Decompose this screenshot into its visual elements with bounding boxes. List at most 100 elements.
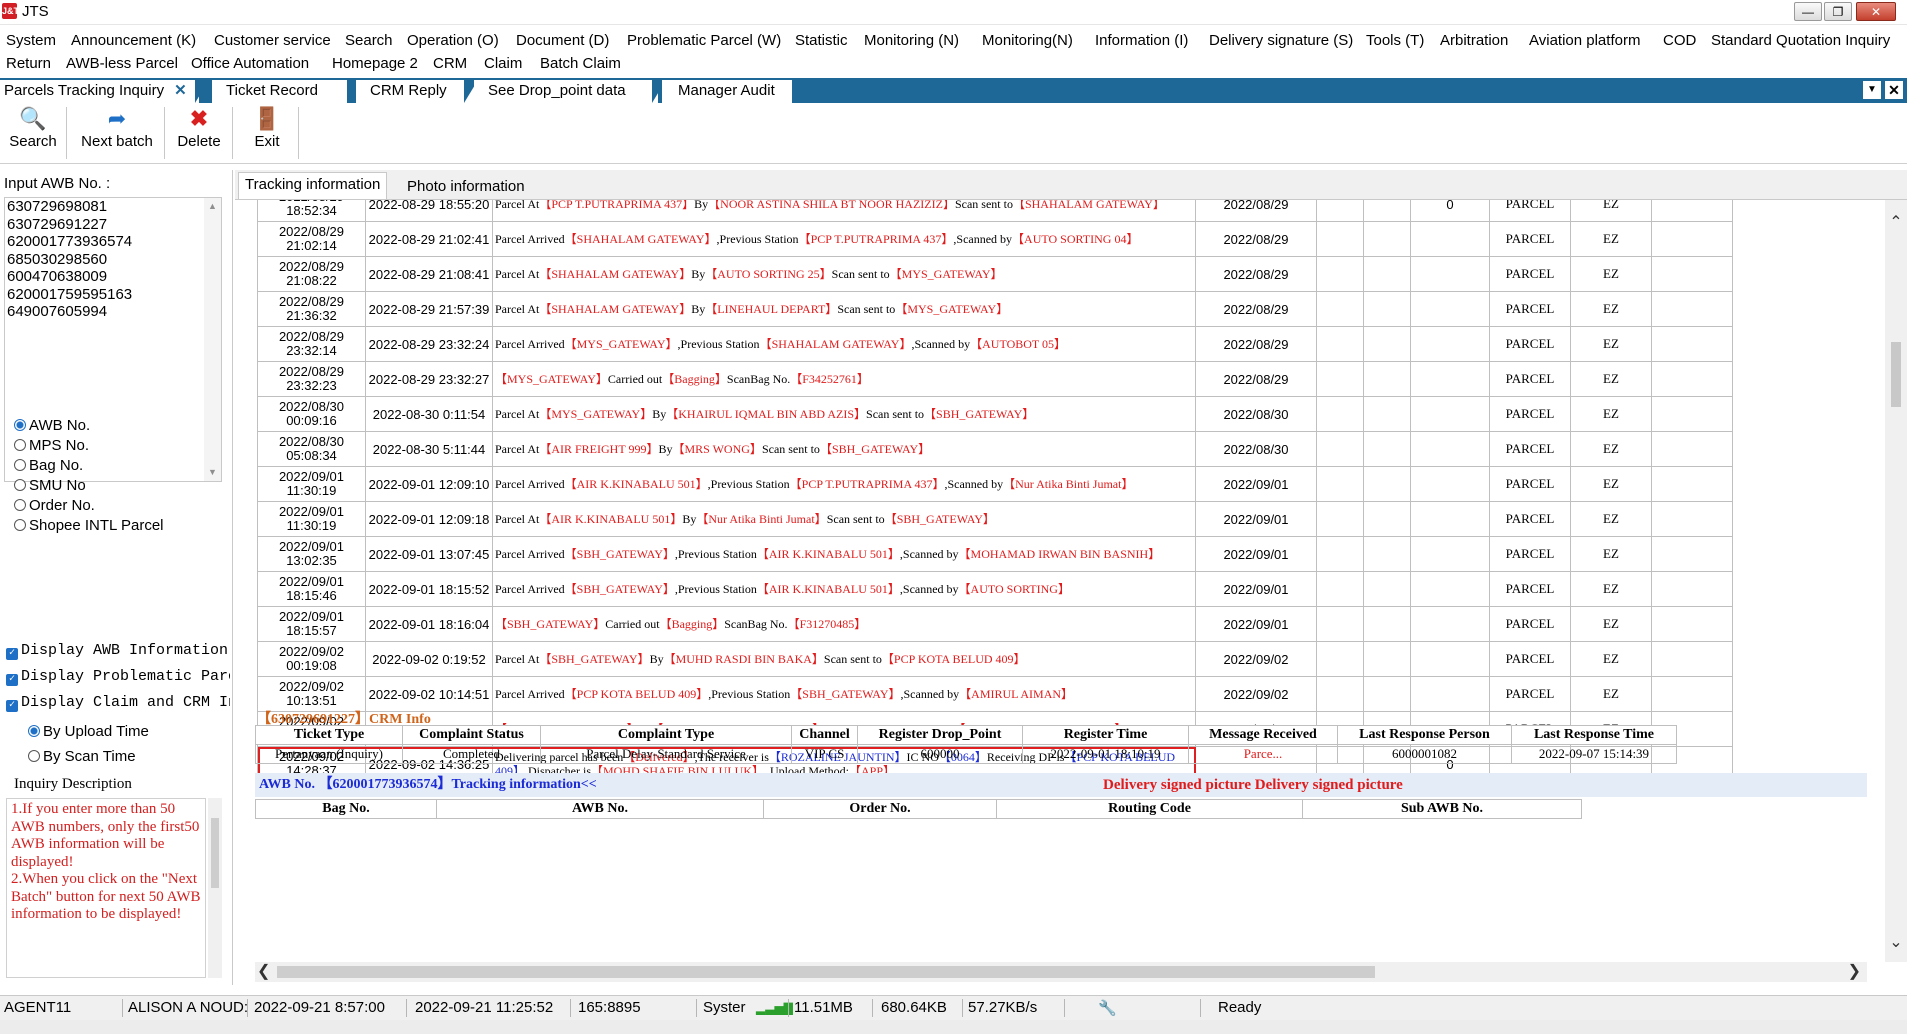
table-row[interactable]: 2022/09/01 18:15:57 2022-09-01 18:16:04 【SB… — [257, 606, 1733, 642]
table-row[interactable]: 2022/08/29 21:08:22 2022-08-29 21:08:41 Par… — [257, 256, 1733, 292]
table-row[interactable]: 2022/08/30 00:09:16 2022-08-30 0:11:54 Parc… — [257, 396, 1733, 432]
awb-line: 630729698081 — [7, 198, 108, 215]
scroll-thumb[interactable] — [277, 966, 1375, 978]
scroll-down-icon[interactable]: ⌄ — [1885, 932, 1907, 952]
maximize-button[interactable]: ❐ — [1824, 2, 1852, 21]
table-row[interactable]: 2022/08/29 23:32:14 2022-08-29 23:32:24 Par… — [257, 326, 1733, 362]
radio-awb-no[interactable]: AWB No. — [14, 417, 90, 434]
radio-by-upload-time[interactable]: By Upload Time — [28, 723, 149, 740]
menu-document[interactable]: Document (D) — [516, 32, 609, 49]
radio-mps-no[interactable]: MPS No. — [14, 437, 89, 454]
table-row[interactable]: 2022/09/01 11:30:19 2022-09-01 12:09:10 Par… — [257, 466, 1733, 502]
delete-button[interactable]: ✖ Delete — [172, 105, 226, 160]
empty-cell — [1651, 676, 1733, 712]
menu-monitoring-2[interactable]: Monitoring(N) — [982, 32, 1073, 49]
awb-section-title[interactable]: AWB No. 【620001773936574】Tracking inform… — [259, 773, 597, 797]
table-row[interactable]: 2022/08/30 05:08:34 2022-08-30 5:11:44 Parc… — [257, 431, 1733, 467]
scan-date: 2022/09/01 — [278, 469, 345, 484]
description-segment: Carried out — [607, 372, 663, 386]
crm-message-received-link[interactable]: Parce... — [1188, 744, 1338, 764]
checkbox-display-awb-info[interactable]: ✓ Display AWB Information — [6, 642, 230, 660]
scroll-thumb[interactable] — [211, 818, 219, 888]
inquiry-scrollbar[interactable] — [208, 798, 222, 978]
scan-date-cell: 2022/08/29 — [1195, 361, 1317, 397]
tab-parcels-tracking[interactable]: Parcels Tracking Inquiry ✕ — [0, 80, 199, 103]
menu-arbitration[interactable]: Arbitration — [1440, 32, 1508, 49]
close-window-button[interactable]: ✕ — [1856, 2, 1896, 21]
scan-time: 18:15:57 — [286, 623, 337, 638]
tab-crm-reply[interactable]: CRM Reply — [356, 80, 478, 103]
table-row[interactable]: 2022/09/02 10:13:51 2022-09-02 10:14:51 Par… — [257, 676, 1733, 712]
description-segment: Parcel Arrived — [495, 687, 565, 701]
menu-problematic-parcel[interactable]: Problematic Parcel (W) — [627, 32, 781, 49]
radio-smu-no[interactable]: SMU No — [14, 477, 86, 494]
table-row[interactable]: Pertanyaan (Inquiry) Completed Parcel De… — [255, 744, 1677, 764]
menu-claim[interactable]: Claim — [484, 55, 522, 72]
awb-list-scrollbar[interactable]: ▲ ▼ — [204, 198, 221, 481]
menu-system[interactable]: System — [6, 32, 56, 49]
scroll-up-icon[interactable]: ▲ — [204, 198, 221, 215]
tab-tracking-information[interactable]: Tracking information — [238, 172, 388, 199]
horizontal-scrollbar[interactable]: ❮ ❯ — [255, 962, 1867, 982]
tracking-description-cell: 【MYS_GATEWAY】Carried out【Bagging】ScanBag… — [492, 361, 1196, 397]
checkbox-display-claim-crm[interactable]: ✓Display Claim and CRM Information — [6, 694, 230, 712]
menu-homepage-2[interactable]: Homepage 2 — [332, 55, 418, 72]
scroll-down-icon[interactable]: ▼ — [204, 464, 221, 481]
radio-order-no[interactable]: Order No. — [14, 497, 95, 514]
search-button[interactable]: 🔍 Search — [6, 105, 60, 160]
menu-tools[interactable]: Tools (T) — [1366, 32, 1424, 49]
menu-delivery-signature[interactable]: Delivery signature (S) — [1209, 32, 1353, 49]
table-row[interactable]: 2022/08/2918:52:342022-08-29 18:55:20Par… — [257, 200, 1733, 222]
tab-see-drop-point[interactable]: See Drop_point data — [474, 80, 658, 103]
description-segment: Parcel At — [495, 512, 540, 526]
tab-ticket-record[interactable]: Ticket Record — [212, 80, 347, 103]
menu-crm[interactable]: CRM — [433, 55, 467, 72]
empty-cell — [1316, 221, 1364, 257]
table-row[interactable]: 2022/08/29 21:36:32 2022-08-29 21:57:39 Par… — [257, 291, 1733, 327]
table-row[interactable]: 2022/09/01 13:02:35 2022-09-01 13:07:45 Par… — [257, 536, 1733, 572]
menu-search[interactable]: Search — [345, 32, 393, 49]
checkbox-display-problematic[interactable]: ✓Display Problematic Parcel — [6, 668, 230, 686]
radio-shopee-intl[interactable]: Shopee INTL Parcel — [14, 517, 164, 534]
bag-table: Bag No. AWB No. Order No. Routing Code S… — [255, 799, 1582, 819]
next-batch-button[interactable]: ➦ Next batch — [76, 105, 158, 160]
menu-batch-claim[interactable]: Batch Claim — [540, 55, 621, 72]
close-tab-icon[interactable]: ✕ — [174, 82, 187, 99]
menu-customer-service[interactable]: Customer service — [214, 32, 331, 49]
tab-manager-audit[interactable]: Manager Audit — [662, 80, 792, 103]
scroll-left-icon[interactable]: ❮ — [257, 962, 270, 982]
description-segment: 【Bagging】 — [662, 372, 727, 386]
menu-office-automation[interactable]: Office Automation — [191, 55, 309, 72]
menu-standard-quotation[interactable]: Standard Quotation Inquiry — [1711, 32, 1890, 49]
search-icon: 🔍 — [19, 106, 47, 131]
scroll-thumb[interactable] — [1891, 342, 1901, 407]
menu-announcement[interactable]: Announcement (K) — [71, 32, 196, 49]
table-row[interactable]: 2022/08/29 23:32:23 2022-08-29 23:32:27 【MY… — [257, 361, 1733, 397]
menu-cod[interactable]: COD — [1663, 32, 1696, 49]
crm-col-header: Ticket Type — [255, 725, 403, 745]
count-cell: 0 — [1410, 200, 1490, 222]
minimize-button[interactable]: — — [1794, 2, 1822, 21]
close-all-tabs-icon[interactable]: ✕ — [1885, 81, 1903, 99]
table-row[interactable]: 2022/08/29 21:02:14 2022-08-29 21:02:41 Par… — [257, 221, 1733, 257]
tab-list-dropdown-icon[interactable]: ▼ — [1863, 81, 1881, 99]
tab-photo-information[interactable]: Photo information — [407, 178, 525, 195]
scroll-right-icon[interactable]: ❯ — [1848, 962, 1861, 982]
scan-date-cell: 2022/08/30 — [1195, 431, 1317, 467]
vertical-scrollbar[interactable]: ⌃ ⌄ — [1885, 200, 1907, 962]
menu-statistic[interactable]: Statistic — [795, 32, 848, 49]
table-row[interactable]: 2022/09/01 11:30:19 2022-09-01 12:09:18 Par… — [257, 501, 1733, 537]
table-row[interactable]: 2022/09/01 18:15:46 2022-09-01 18:15:52 Par… — [257, 571, 1733, 607]
radio-bag-no[interactable]: Bag No. — [14, 457, 83, 474]
table-row[interactable]: 2022/09/02 00:19:08 2022-09-02 0:19:52 Parc… — [257, 641, 1733, 677]
exit-button[interactable]: 🚪 Exit — [242, 105, 292, 160]
menu-return[interactable]: Return — [6, 55, 51, 72]
menu-aviation-platform[interactable]: Aviation platform — [1529, 32, 1640, 49]
menu-monitoring-1[interactable]: Monitoring (N) — [864, 32, 959, 49]
menu-awb-less-parcel[interactable]: AWB-less Parcel — [66, 55, 178, 72]
delivery-signed-picture-link[interactable]: Delivery signed picture Delivery signed … — [1103, 773, 1403, 797]
radio-by-scan-time[interactable]: By Scan Time — [28, 748, 136, 765]
menu-information[interactable]: Information (I) — [1095, 32, 1188, 49]
scroll-up-icon[interactable]: ⌃ — [1885, 212, 1907, 232]
menu-operation[interactable]: Operation (O) — [407, 32, 499, 49]
